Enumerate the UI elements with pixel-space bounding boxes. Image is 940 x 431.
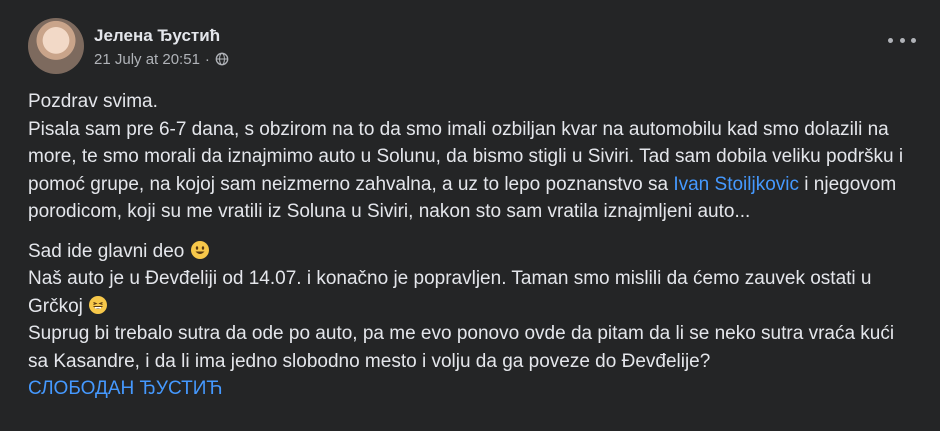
request-text: Suprug bi trebalo sutra da ode po auto, … <box>28 323 895 372</box>
post-paragraph-story: Pisala sam pre 6-7 dana, s obzirom na to… <box>28 116 908 226</box>
more-dot <box>888 37 893 43</box>
avatar[interactable] <box>28 18 84 74</box>
more-options-icon[interactable] <box>888 30 916 50</box>
post-paragraph-request: Suprug bi trebalo sutra da ode po auto, … <box>28 320 908 375</box>
post-paragraph-main: Sad ide glavni deo <box>28 238 908 266</box>
post-meta: Јелена Ђустић 21 July at 20:51 · <box>94 25 229 68</box>
mention-slobodan-djustic[interactable]: СЛОБОДАН ЂУСТИЋ <box>28 378 223 399</box>
post-timestamp[interactable]: 21 July at 20:51 <box>94 51 200 68</box>
smiling-face-emoji <box>190 240 209 259</box>
greeting-text: Pozdrav svima. <box>28 91 158 112</box>
post-paragraph-tag: СЛОБОДАН ЂУСТИЋ <box>28 375 908 403</box>
post-paragraph-greeting: Pozdrav svima. <box>28 88 908 116</box>
grinning-face-emoji <box>89 295 108 314</box>
post-body: Pozdrav svima. Pisala sam pre 6-7 dana, … <box>28 88 908 403</box>
main-part-text: Sad ide glavni deo <box>28 240 185 262</box>
more-dot <box>911 37 916 43</box>
post-paragraph-car: Naš auto je u Đevđeliji od 14.07. i kona… <box>28 265 908 320</box>
separator-dot: · <box>204 50 210 68</box>
globe-icon <box>215 52 229 66</box>
post-subline: 21 July at 20:51 · <box>94 51 229 68</box>
more-dot <box>899 37 905 43</box>
car-text: Naš auto je u Đevđeliji od 14.07. i kona… <box>28 268 872 317</box>
post-header: Јелена Ђустић 21 July at 20:51 · <box>28 18 920 74</box>
mention-ivan-stoiljkovic[interactable]: Ivan Stoiljkovic <box>673 174 799 195</box>
facebook-post: Јелена Ђустић 21 July at 20:51 · Pozdrav… <box>0 0 940 431</box>
author-name[interactable]: Јелена Ђустић <box>94 25 229 47</box>
